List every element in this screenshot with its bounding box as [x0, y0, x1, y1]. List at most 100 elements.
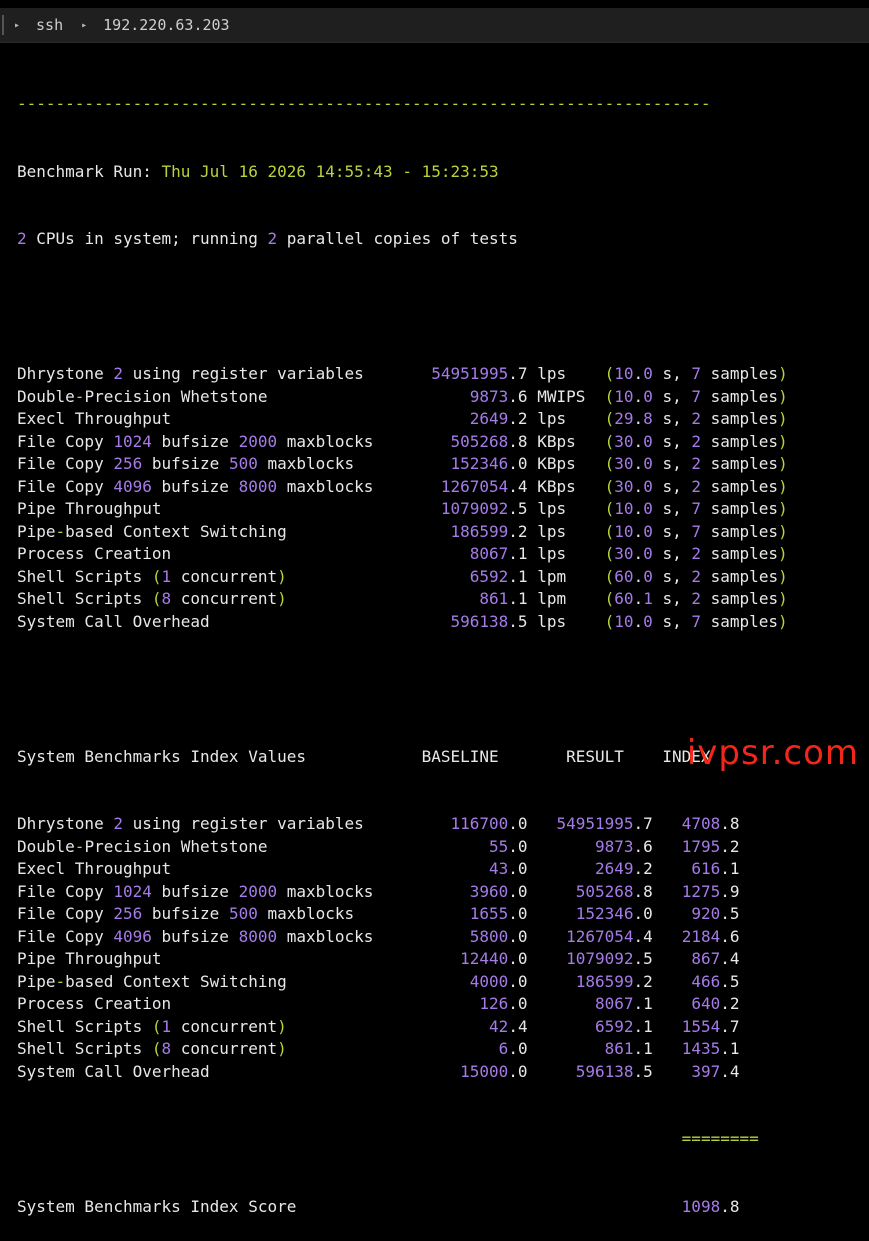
index-baseline: 4000.0 [470, 972, 528, 991]
chevron-right-icon: ▸ [81, 20, 87, 31]
score-value: 1098.8 [682, 1197, 740, 1216]
copies-count: 2 [267, 229, 277, 248]
watermark-logo: ivpsr.com [687, 733, 859, 773]
index-name: Process Creation [17, 994, 171, 1013]
index-value: 1795.2 [682, 837, 740, 856]
score-label: System Benchmarks Index Score [17, 1197, 296, 1216]
index-result: 861.1 [605, 1039, 653, 1058]
index-value: 397.4 [691, 1062, 739, 1081]
result-unit: KBps [537, 477, 576, 496]
equals-rule: ======== [682, 1129, 759, 1148]
result-samples: 2 [691, 567, 701, 586]
result-value: 1079092.5 [441, 499, 528, 518]
cpu-text: CPUs in system; running [27, 229, 268, 248]
score-line: System Benchmarks Index Score 1098.8 [17, 1196, 869, 1219]
result-name: Execl Throughput [17, 409, 171, 428]
result-unit: lps [537, 612, 566, 631]
result-row: File Copy 1024 bufsize 2000 maxblocks 50… [17, 431, 869, 454]
run-label: Benchmark Run: [17, 162, 152, 181]
result-value: 505268.8 [450, 432, 527, 451]
index-baseline: 12440.0 [460, 949, 527, 968]
index-name: File Copy 1024 bufsize 2000 maxblocks [17, 882, 373, 901]
index-baseline: 42.4 [489, 1017, 528, 1036]
index-result: 8067.1 [595, 994, 653, 1013]
result-row: Process Creation 8067.1 lps (30.0 s, 2 s… [17, 543, 869, 566]
index-result: 9873.6 [595, 837, 653, 856]
result-time: 10 [614, 522, 633, 541]
result-name: System Call Overhead [17, 612, 210, 631]
cpu-info-line: 2 CPUs in system; running 2 parallel cop… [17, 228, 869, 251]
index-title: System Benchmarks Index Values [17, 747, 306, 766]
index-baseline: 5800.0 [470, 927, 528, 946]
result-value: 2649.2 [470, 409, 528, 428]
breadcrumb-bar: ▸ ssh ▸ 192.220.63.203 [0, 8, 869, 43]
result-name: Shell Scripts (8 concurrent) [17, 589, 287, 608]
result-samples: 7 [691, 364, 701, 383]
result-row: Pipe Throughput 1079092.5 lps (10.0 s, 7… [17, 498, 869, 521]
results-list: Dhrystone 2 using register variables 549… [17, 363, 869, 633]
result-time: 30 [614, 477, 633, 496]
panel-edge [2, 15, 4, 35]
result-value: 8067.1 [470, 544, 528, 563]
index-row: System Call Overhead 15000.0 596138.5 39… [17, 1061, 869, 1084]
index-value: 1275.9 [682, 882, 740, 901]
index-row: File Copy 4096 bufsize 8000 maxblocks 58… [17, 926, 869, 949]
result-name: File Copy 4096 bufsize 8000 maxblocks [17, 477, 373, 496]
index-result: 505268.8 [576, 882, 653, 901]
result-time: 10 [614, 364, 633, 383]
result-row: Dhrystone 2 using register variables 549… [17, 363, 869, 386]
result-time: 10 [614, 499, 633, 518]
result-unit: KBps [537, 454, 576, 473]
result-time: 10 [614, 612, 633, 631]
result-unit: lpm [537, 589, 566, 608]
result-row: Double-Precision Whetstone 9873.6 MWIPS … [17, 386, 869, 409]
result-name: Pipe-based Context Switching [17, 522, 287, 541]
equals-line: ======== [17, 1128, 869, 1151]
index-row: File Copy 1024 bufsize 2000 maxblocks 39… [17, 881, 869, 904]
index-baseline: 15000.0 [460, 1062, 527, 1081]
result-samples: 7 [691, 499, 701, 518]
breadcrumb-host[interactable]: 192.220.63.203 [103, 16, 229, 34]
index-header-pad-1 [306, 747, 422, 766]
result-time: 30 [614, 432, 633, 451]
result-samples: 2 [691, 477, 701, 496]
index-result: 2649.2 [595, 859, 653, 878]
result-value: 54951995.7 [431, 364, 527, 383]
index-result: 1079092.5 [566, 949, 653, 968]
index-baseline: 3960.0 [470, 882, 528, 901]
breadcrumb-ssh[interactable]: ssh [36, 16, 63, 34]
index-baseline: 1655.0 [470, 904, 528, 923]
index-name: Shell Scripts (8 concurrent) [17, 1039, 287, 1058]
index-value: 1554.7 [682, 1017, 740, 1036]
index-baseline: 55.0 [489, 837, 528, 856]
index-name: Pipe Throughput [17, 949, 162, 968]
result-value: 186599.2 [451, 522, 528, 541]
result-time: 30 [614, 544, 633, 563]
copies-text: parallel copies of tests [277, 229, 518, 248]
index-name: System Call Overhead [17, 1062, 210, 1081]
index-baseline: 126.0 [479, 994, 527, 1013]
separator-line: ----------------------------------------… [17, 93, 869, 116]
index-result: 152346.0 [576, 904, 653, 923]
result-samples: 2 [691, 409, 701, 428]
result-samples: 7 [691, 387, 701, 406]
benchmark-run-line: Benchmark Run: Thu Jul 16 2026 14:55:43 … [17, 161, 869, 184]
result-time: 60 [614, 589, 633, 608]
index-result: 596138.5 [576, 1062, 653, 1081]
index-row: File Copy 256 bufsize 500 maxblocks 1655… [17, 903, 869, 926]
result-unit: lpm [537, 567, 566, 586]
index-baseline: 43.0 [489, 859, 528, 878]
result-time: 10 [614, 387, 633, 406]
result-unit: KBps [537, 432, 576, 451]
index-value: 867.4 [691, 949, 739, 968]
score-pad [296, 1197, 681, 1216]
terminal-output[interactable]: ----------------------------------------… [17, 48, 869, 1241]
index-row: Double-Precision Whetstone 55.0 9873.6 1… [17, 836, 869, 859]
blank-line [17, 296, 869, 319]
index-value: 1435.1 [682, 1039, 740, 1058]
result-name: Pipe Throughput [17, 499, 162, 518]
result-value: 861.1 [479, 589, 527, 608]
index-baseline: 116700.0 [451, 814, 528, 833]
index-name: Double-Precision Whetstone [17, 837, 267, 856]
result-row: Pipe-based Context Switching 186599.2 lp… [17, 521, 869, 544]
